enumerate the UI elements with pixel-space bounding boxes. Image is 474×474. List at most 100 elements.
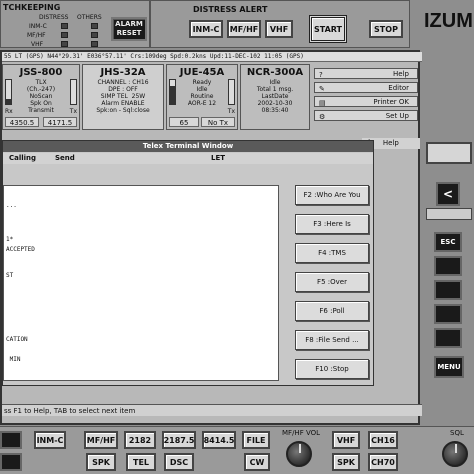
led-mfhf-distress <box>61 32 68 38</box>
vhf-spk-button[interactable]: SPK <box>332 453 360 471</box>
mfhf-volume-knob[interactable] <box>286 441 312 467</box>
channel-info: Idle Total 1 msg. LastDate 2002-10-30 08… <box>256 79 294 114</box>
f8-file-send-button[interactable]: F8 :File Send ... <box>295 330 369 350</box>
distress-stop-button[interactable]: STOP <box>369 20 403 38</box>
tx-state: No Tx <box>201 117 235 127</box>
terminal-output[interactable]: ... 1* ACCEPTED ST CATION MIN <box>3 185 279 381</box>
col-others: OTHERS <box>77 14 102 21</box>
tel-button[interactable]: TEL <box>126 453 156 471</box>
keypad-key[interactable] <box>434 328 462 348</box>
channel-name: JHS-32A <box>100 67 146 78</box>
dsc-button[interactable]: DSC <box>164 453 194 471</box>
bottom-left-key-2[interactable] <box>0 453 22 471</box>
alarm-reset-button[interactable]: ALARM RESET <box>111 17 147 41</box>
f2-who-are-you-button[interactable]: F2 :Who Are You <box>295 185 369 205</box>
channel-jss800[interactable]: JSS-800 Rx Tx TLX (Ch.-247) NoScan Spk O… <box>2 64 80 130</box>
help-button[interactable]: ? Help <box>314 68 418 79</box>
rx-frequency: 4350.5 <box>5 117 39 127</box>
channel-jue45a[interactable]: JUE-45A Tx Ready Idle Routine AOR-E 12 6… <box>166 64 238 130</box>
tx-label: Tx <box>227 108 235 115</box>
channel-ncr300a[interactable]: NCR-300A Idle Total 1 msg. LastDate 2002… <box>240 64 310 130</box>
led-vhf-others <box>91 41 98 47</box>
distress-inmc-button[interactable]: INM-C <box>189 20 223 38</box>
right-keypad: < ESC MENU <box>422 140 474 430</box>
keypad-key[interactable] <box>434 256 462 276</box>
channel-number: 65 <box>169 117 199 127</box>
spk-button[interactable]: SPK <box>86 453 116 471</box>
gear-icon: ⚙ <box>319 113 326 121</box>
hint-status-bar: ss F1 to Help, TAB to select next item <box>2 404 422 416</box>
rx-level-bar <box>5 79 12 105</box>
channel-info: Ready Idle Routine AOR-E 12 <box>187 79 217 107</box>
bottom-control-panel: INM-C MF/HF 2182 2187.5 8414.5 FILE SPK … <box>0 426 474 474</box>
main-screen: 55 LT (GPS) N44°29.31' E036°57.11' Crs:1… <box>0 50 422 425</box>
mfhf-select-button[interactable]: MF/HF <box>84 431 118 449</box>
distress-alert-title: DISTRESS ALERT <box>193 5 268 14</box>
freq-2187-button[interactable]: 2187.5 <box>162 431 196 449</box>
ch16-button[interactable]: CH16 <box>368 431 398 449</box>
terminal-line: MIN <box>6 356 21 363</box>
distress-alert-panel: DISTRESS ALERT INM-C MF/HF VHF START STO… <box>150 0 410 48</box>
keypad-blank-top[interactable] <box>426 142 472 164</box>
col-distress: DISTRESS <box>39 14 69 21</box>
distress-mfhf-button[interactable]: MF/HF <box>227 20 261 38</box>
telex-terminal-window: Telex Terminal Window Calling Send LET .… <box>2 140 374 386</box>
channel-jhs32a[interactable]: JHS-32A CHANNEL : CH16 DPE : OFF SIMP TE… <box>82 64 164 130</box>
rx-level-bar <box>169 79 176 105</box>
freq-8414-button[interactable]: 8414.5 <box>202 431 236 449</box>
led-vhf-distress <box>61 41 68 47</box>
col-calling: Calling <box>9 154 37 162</box>
vhf-select-button[interactable]: VHF <box>332 431 360 449</box>
led-inmc-others <box>91 23 98 29</box>
bottom-left-key[interactable] <box>0 431 22 449</box>
row-inmc: INM-C <box>29 23 47 30</box>
terminal-line: CATION <box>6 336 28 343</box>
channel-name: JUE-45A <box>179 67 225 78</box>
menu-help[interactable]: Help <box>383 139 399 147</box>
tx-level-bar <box>70 79 77 105</box>
f5-over-button[interactable]: F5 :Over <box>295 272 369 292</box>
file-button[interactable]: FILE <box>242 431 270 449</box>
col-send: Send <box>55 154 75 162</box>
sql-label: SQL <box>450 429 464 437</box>
f3-here-is-button[interactable]: F3 :Here Is <box>295 214 369 234</box>
channel-info: CHANNEL : CH16 DPE : OFF SIMP TEL 25W Al… <box>96 79 150 114</box>
distress-vhf-button[interactable]: VHF <box>265 20 293 38</box>
squelch-knob[interactable] <box>442 441 468 467</box>
setup-button[interactable]: ⚙ Set Up <box>314 110 418 121</box>
freq-2182-button[interactable]: 2182 <box>124 431 156 449</box>
led-mfhf-others <box>91 32 98 38</box>
telex-header: Calling Send LET <box>3 153 373 164</box>
help-icon: ? <box>319 71 323 79</box>
distress-start-button[interactable]: START <box>309 15 347 43</box>
inmc-select-button[interactable]: INM-C <box>34 431 66 449</box>
row-mfhf: MF/HF <box>27 32 46 39</box>
printer-button[interactable]: ▤ Printer OK <box>314 96 418 107</box>
led-inmc-distress <box>61 23 68 29</box>
arrow-left-key[interactable]: < <box>436 182 460 206</box>
cw-button[interactable]: CW <box>244 453 270 471</box>
terminal-line: ... <box>6 202 17 209</box>
f10-stop-button[interactable]: F10 :Stop <box>295 359 369 379</box>
ch70-button[interactable]: CH70 <box>368 453 398 471</box>
editor-icon: ✎ <box>319 85 325 93</box>
esc-key[interactable]: ESC <box>434 232 462 252</box>
f4-tms-button[interactable]: F4 :TMS <box>295 243 369 263</box>
tx-frequency: 4171.5 <box>43 117 77 127</box>
rx-label: Rx <box>5 108 13 115</box>
editor-button[interactable]: ✎ Editor <box>314 82 418 93</box>
channel-name: JSS-800 <box>19 67 63 78</box>
keypad-key[interactable] <box>434 304 462 324</box>
channel-info: TLX (Ch.-247) NoScan Spk On Transmit <box>26 79 56 114</box>
channel-name: NCR-300A <box>246 67 304 78</box>
status-bar: 55 LT (GPS) N44°29.31' E036°57.11' Crs:1… <box>2 52 422 62</box>
telex-window-title: Telex Terminal Window <box>3 141 373 152</box>
menu-key[interactable]: MENU <box>434 356 464 378</box>
keypad-key[interactable] <box>434 280 462 300</box>
watchkeeping-title: TCHKEEPING <box>3 3 61 12</box>
keypad-blank-mid[interactable] <box>426 208 472 220</box>
printer-icon: ▤ <box>319 99 326 107</box>
terminal-line: 1* <box>6 236 14 243</box>
tx-level-bar <box>228 79 235 105</box>
f6-poll-button[interactable]: F6 :Poll <box>295 301 369 321</box>
